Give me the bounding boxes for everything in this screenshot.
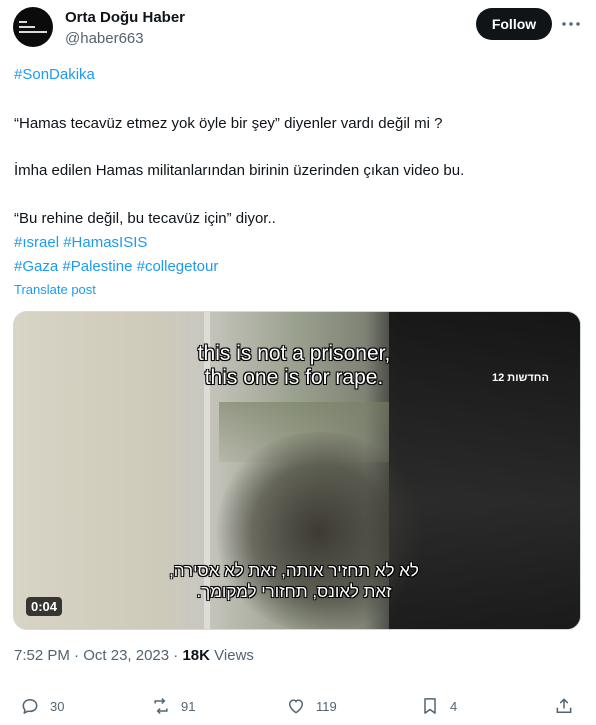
author-handle[interactable]: @haber663 xyxy=(65,30,144,47)
hashtag-israel[interactable]: #ısrael xyxy=(14,234,59,251)
follow-button[interactable]: Follow xyxy=(476,8,552,40)
share-icon xyxy=(554,696,574,716)
avatar[interactable] xyxy=(13,7,53,47)
more-horizontal-icon xyxy=(562,22,580,26)
tweet-time[interactable]: 7:52 PM xyxy=(14,647,70,664)
translate-post-link[interactable]: Translate post xyxy=(14,282,96,297)
more-options-button[interactable] xyxy=(561,16,581,32)
like-count: 119 xyxy=(316,698,337,714)
views-count[interactable]: 18K xyxy=(182,647,210,664)
subtitle-line: זאת לאונס, תחזורי למקומך. xyxy=(196,582,392,601)
reply-count: 30 xyxy=(50,698,65,714)
repost-icon xyxy=(151,696,171,716)
author-name[interactable]: Orta Doğu Haber xyxy=(65,9,185,26)
video-subtitle-hebrew: לא לא תחזיר אותה, זאת לא אסירה, זאת לאונ… xyxy=(144,560,444,602)
hashtag-sondakika[interactable]: #SonDakika xyxy=(14,65,95,85)
tweet-text-line: “Hamas tecavüz etmez yok öyle bir şey” d… xyxy=(14,115,443,132)
reply-button[interactable]: 30 xyxy=(20,696,64,716)
tweet-text-line: “Bu rehine değil, bu tecavüz için” diyor… xyxy=(14,210,276,227)
video-duration-badge: 0:04 xyxy=(26,597,63,616)
views-label: Views xyxy=(214,647,254,664)
share-button[interactable] xyxy=(554,696,584,716)
tweet-text-line: İmha edilen Hamas militanlarından birini… xyxy=(14,162,465,179)
like-button[interactable]: 119 xyxy=(286,696,337,716)
tweet-date[interactable]: Oct 23, 2023 xyxy=(83,647,169,664)
hashtag-palestine[interactable]: #Palestine xyxy=(62,258,132,275)
video-player[interactable]: החדשות 12 this is not a prisoner, this o… xyxy=(13,311,581,630)
heart-icon xyxy=(286,696,306,716)
subtitle-line: this is not a prisoner, xyxy=(197,342,391,365)
subtitle-line: לא לא תחזיר אותה, זאת לא אסירה, xyxy=(169,561,419,580)
reply-icon xyxy=(20,696,40,716)
avatar-logo xyxy=(19,21,47,36)
hashtags-row: #ısrael #HamasISIS xyxy=(14,233,147,253)
repost-button[interactable]: 91 xyxy=(151,696,195,716)
bookmark-button[interactable]: 4 xyxy=(420,696,457,716)
hashtags-row: #Gaza #Palestine #collegetour xyxy=(14,257,218,277)
repost-count: 91 xyxy=(181,698,196,714)
hashtag-hamasisis[interactable]: #HamasISIS xyxy=(63,234,147,251)
video-subtitle-english: this is not a prisoner, this one is for … xyxy=(159,342,429,390)
bookmark-count: 4 xyxy=(450,698,458,714)
subtitle-line: this one is for rape. xyxy=(204,366,384,389)
meta-separator: · xyxy=(74,647,80,664)
meta-separator: · xyxy=(173,647,179,664)
hashtag-collegetour[interactable]: #collegetour xyxy=(137,258,219,275)
tweet-meta: 7:52 PM · Oct 23, 2023 · 18K Views xyxy=(14,647,254,664)
bookmark-icon xyxy=(420,696,440,716)
channel-logo: החדשות 12 xyxy=(492,372,549,384)
hashtag-gaza[interactable]: #Gaza xyxy=(14,258,58,275)
